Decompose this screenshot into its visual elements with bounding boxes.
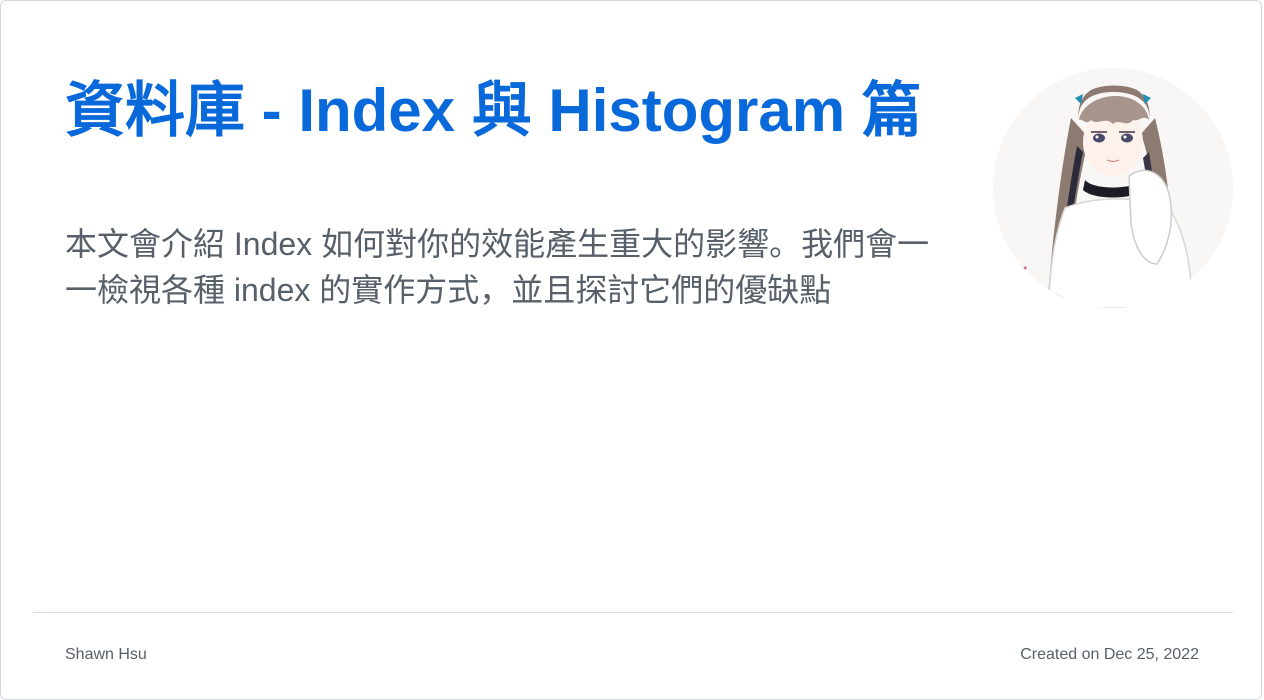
anime-girl-avatar-icon xyxy=(993,68,1233,308)
footer-divider xyxy=(33,612,1233,613)
page-description: 本文會介紹 Index 如何對你的效能產生重大的影響。我們會一一檢視各種 ind… xyxy=(65,226,930,308)
og-card: 資料庫 - Index 與 Histogram 篇 本文會介紹 Index 如何… xyxy=(0,0,1262,700)
page-title: 資料庫 - Index 與 Histogram 篇 xyxy=(65,77,922,144)
author-avatar xyxy=(993,68,1233,308)
created-date: Created on Dec 25, 2022 xyxy=(1020,646,1199,663)
author-name: Shawn Hsu xyxy=(65,646,147,663)
